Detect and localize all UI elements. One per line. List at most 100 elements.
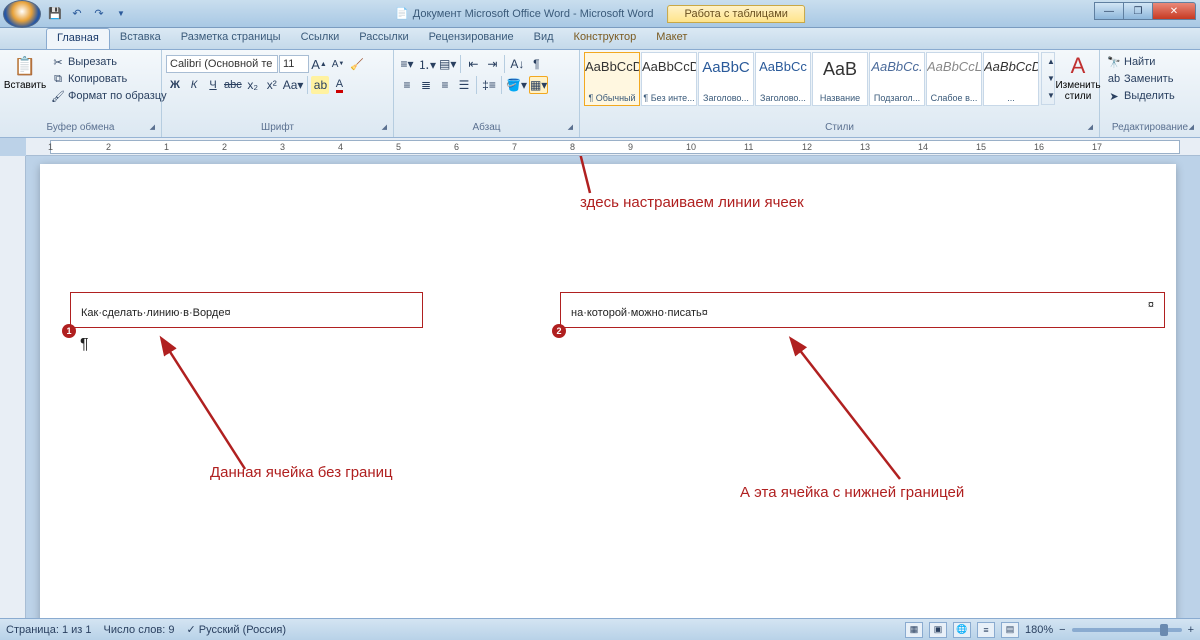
strike-button[interactable]: abc xyxy=(223,76,243,94)
group-label-styles: Стили xyxy=(584,121,1095,135)
underline-button[interactable]: Ч xyxy=(204,76,222,94)
arrow-to-borders xyxy=(570,156,600,198)
sort-button[interactable]: A↓ xyxy=(508,55,526,73)
highlight-button[interactable]: ab xyxy=(311,76,329,94)
zoom-level[interactable]: 180% xyxy=(1025,624,1053,636)
replace-icon: ab xyxy=(1107,72,1121,86)
spellcheck-icon: ✓ xyxy=(186,624,195,636)
align-left-button[interactable]: ≡ xyxy=(398,76,416,94)
ribbon: 📋 Вставить ✂Вырезать ⧉Копировать 🖌Формат… xyxy=(0,50,1200,138)
redo-icon[interactable]: ↷ xyxy=(89,5,109,23)
marker-2: 2 xyxy=(552,324,566,338)
find-button[interactable]: 🔭Найти xyxy=(1104,54,1178,70)
tab-table-layout[interactable]: Макет xyxy=(646,28,697,49)
numbering-button[interactable]: ⒈▾ xyxy=(417,55,437,73)
style-heading1[interactable]: AaBbCЗаголово... xyxy=(698,52,754,106)
tab-references[interactable]: Ссылки xyxy=(291,28,350,49)
table-tools-context: Работа с таблицами xyxy=(668,5,805,23)
tab-home[interactable]: Главная xyxy=(46,28,110,49)
shrink-font-button[interactable]: A▼ xyxy=(329,55,347,73)
change-styles-icon: A xyxy=(1066,54,1090,78)
save-icon[interactable]: 💾 xyxy=(45,5,65,23)
multilevel-button[interactable]: ▤▾ xyxy=(438,55,457,73)
annotation-right: А эта ячейка с нижней границей xyxy=(740,484,964,501)
align-right-button[interactable]: ≡ xyxy=(436,76,454,94)
borders-button[interactable]: ▦▾ xyxy=(529,76,548,94)
bold-button[interactable]: Ж xyxy=(166,76,184,94)
group-clipboard: 📋 Вставить ✂Вырезать ⧉Копировать 🖌Формат… xyxy=(0,50,162,137)
group-label-font: Шрифт xyxy=(166,121,389,135)
zoom-slider[interactable] xyxy=(1072,628,1182,632)
table-cell-2[interactable]: на·которой·можно·писать¤ ¤ xyxy=(560,292,1165,328)
clear-format-button[interactable]: 🧹 xyxy=(348,55,366,73)
paste-button[interactable]: 📋 Вставить xyxy=(4,52,46,93)
marker-1: 1 xyxy=(62,324,76,338)
ribbon-tabs: Главная Вставка Разметка страницы Ссылки… xyxy=(0,28,1200,50)
zoom-in-button[interactable]: + xyxy=(1188,624,1194,636)
align-center-button[interactable]: ≣ xyxy=(417,76,435,94)
status-lang[interactable]: ✓ Русский (Россия) xyxy=(186,623,286,636)
undo-icon[interactable]: ↶ xyxy=(67,5,87,23)
change-case-button[interactable]: Aa▾ xyxy=(282,76,305,94)
tab-layout[interactable]: Разметка страницы xyxy=(171,28,291,49)
outdent-button[interactable]: ⇤ xyxy=(464,55,482,73)
tab-mailings[interactable]: Рассылки xyxy=(349,28,418,49)
vertical-ruler[interactable] xyxy=(0,156,26,618)
subscript-button[interactable]: x₂ xyxy=(244,76,262,94)
select-button[interactable]: ➤Выделить xyxy=(1104,88,1178,104)
style-subtitle[interactable]: AaBbCc.Подзагол... xyxy=(869,52,925,106)
document-scroll[interactable]: здесь настраиваем линии ячеек Как·сделат… xyxy=(26,156,1200,618)
arrow-cell2 xyxy=(785,334,915,484)
binoculars-icon: 🔭 xyxy=(1107,55,1121,69)
group-label-paragraph: Абзац xyxy=(398,121,575,135)
style-no-spacing[interactable]: AaBbCcDd¶ Без инте... xyxy=(641,52,697,106)
replace-button[interactable]: abЗаменить xyxy=(1104,71,1178,87)
view-full-screen[interactable]: ▣ xyxy=(929,622,947,638)
style-gallery[interactable]: AaBbCcDd¶ Обычный AaBbCcDd¶ Без инте... … xyxy=(584,52,1039,106)
office-button[interactable] xyxy=(3,0,41,28)
status-page[interactable]: Страница: 1 из 1 xyxy=(6,624,92,636)
tab-insert[interactable]: Вставка xyxy=(110,28,171,49)
close-button[interactable]: ✕ xyxy=(1152,2,1196,20)
style-normal[interactable]: AaBbCcDd¶ Обычный xyxy=(584,52,640,106)
font-size-combo[interactable] xyxy=(279,55,309,73)
view-web[interactable]: 🌐 xyxy=(953,622,971,638)
superscript-button[interactable]: x² xyxy=(263,76,281,94)
copy-button[interactable]: ⧉Копировать xyxy=(48,71,170,87)
change-styles-button[interactable]: A Изменить стили xyxy=(1057,52,1099,104)
indent-button[interactable]: ⇥ xyxy=(483,55,501,73)
style-subtle-emph[interactable]: AaBbCcLСлабое в... xyxy=(926,52,982,106)
tab-review[interactable]: Рецензирование xyxy=(419,28,524,49)
table-cell-1[interactable]: Как·сделать·линию·в·Ворде¤ xyxy=(70,292,423,328)
italic-button[interactable]: К xyxy=(185,76,203,94)
style-title[interactable]: AaBНазвание xyxy=(812,52,868,106)
cut-button[interactable]: ✂Вырезать xyxy=(48,54,170,70)
bullets-button[interactable]: ≡▾ xyxy=(398,55,416,73)
format-painter-button[interactable]: 🖌Формат по образцу xyxy=(48,88,170,104)
font-name-combo[interactable] xyxy=(166,55,278,73)
minimize-button[interactable]: — xyxy=(1094,2,1124,20)
show-marks-button[interactable]: ¶ xyxy=(527,55,545,73)
view-draft[interactable]: ▤ xyxy=(1001,622,1019,638)
status-words[interactable]: Число слов: 9 xyxy=(104,624,175,636)
arrow-cell1 xyxy=(155,334,255,474)
view-outline[interactable]: ≡ xyxy=(977,622,995,638)
line-spacing-button[interactable]: ‡≡ xyxy=(480,76,498,94)
view-print-layout[interactable]: ▦ xyxy=(905,622,923,638)
tab-view[interactable]: Вид xyxy=(524,28,564,49)
tab-design[interactable]: Конструктор xyxy=(564,28,647,49)
maximize-button[interactable]: ❐ xyxy=(1123,2,1153,20)
group-label-clipboard: Буфер обмена xyxy=(4,121,157,135)
style-more[interactable]: AaBbCcDc... xyxy=(983,52,1039,106)
zoom-out-button[interactable]: − xyxy=(1059,624,1065,636)
group-styles: AaBbCcDd¶ Обычный AaBbCcDd¶ Без инте... … xyxy=(580,50,1100,137)
cursor-icon: ➤ xyxy=(1107,89,1121,103)
font-color-button[interactable]: A xyxy=(330,76,348,94)
grow-font-button[interactable]: A▲ xyxy=(310,55,328,73)
window-title: 📄Документ Microsoft Office Word - Micros… xyxy=(395,7,653,20)
style-heading2[interactable]: AaBbCcЗаголово... xyxy=(755,52,811,106)
horizontal-ruler[interactable]: 121234567891011121314151617 xyxy=(26,138,1200,156)
qat-dropdown-icon[interactable]: ▼ xyxy=(111,5,131,23)
shading-button[interactable]: 🪣▾ xyxy=(505,76,528,94)
justify-button[interactable]: ☰ xyxy=(455,76,473,94)
